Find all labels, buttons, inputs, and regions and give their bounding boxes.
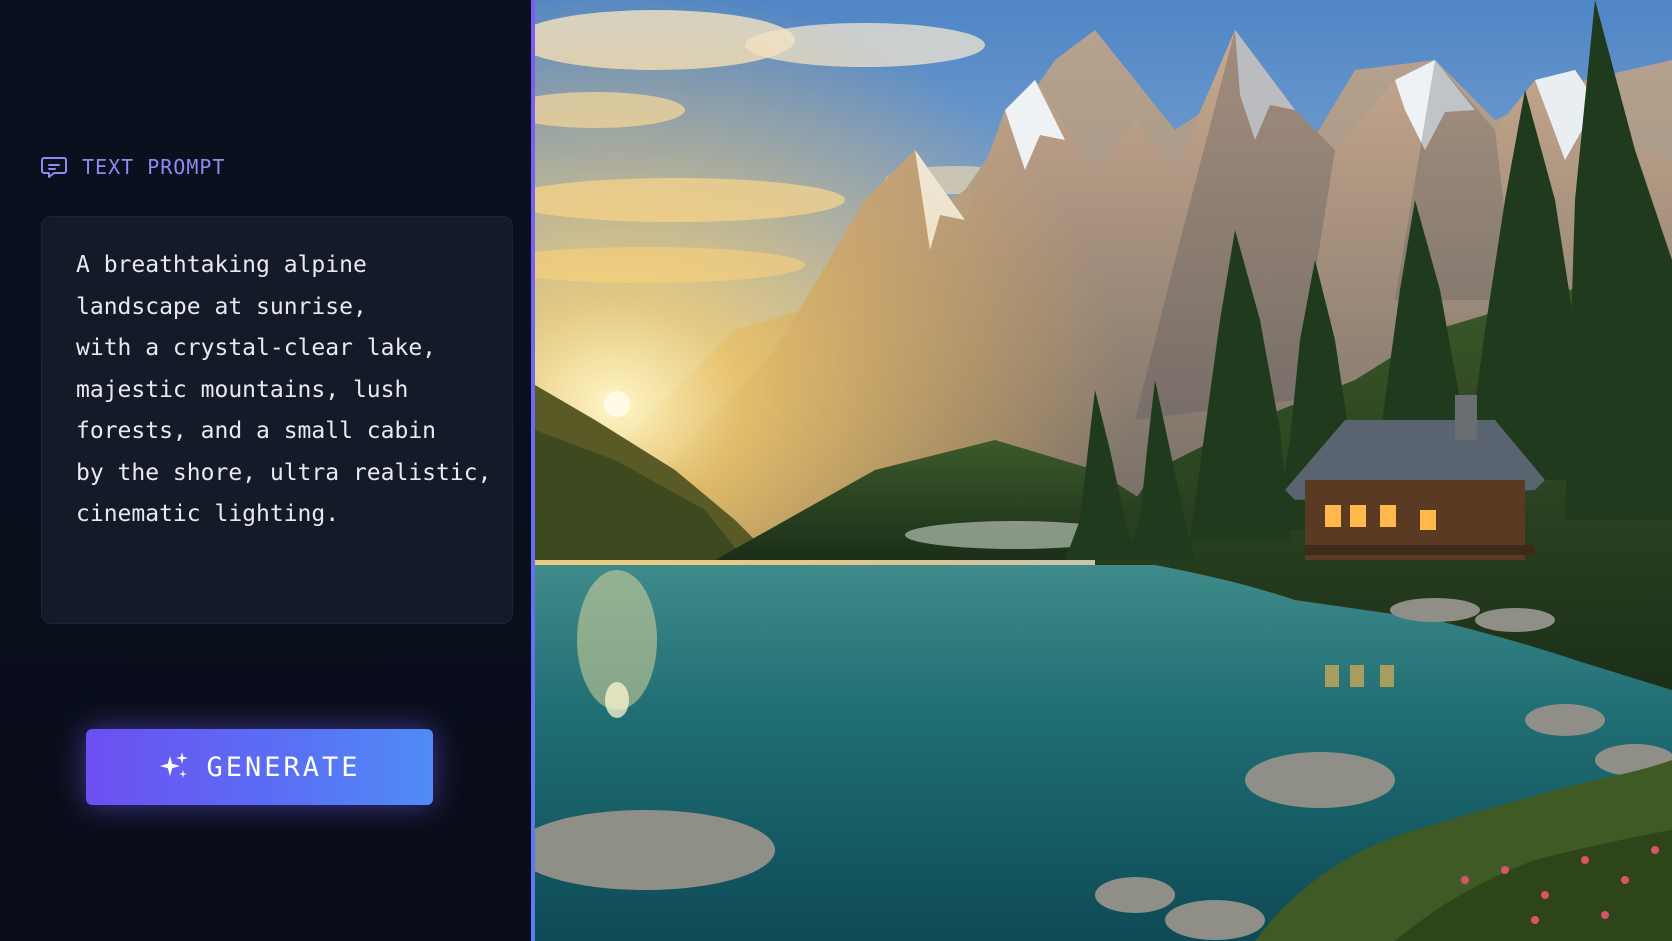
prompt-line: majestic mountains, lush <box>76 376 409 403</box>
prompt-panel: TEXT PROMPT A breathtaking alpine landsc… <box>0 0 531 941</box>
prompt-line: cinematic lighting. <box>76 501 340 527</box>
generate-button[interactable]: GENERATE <box>86 729 433 805</box>
prompt-header-label: TEXT PROMPT <box>82 155 226 179</box>
prompt-header: TEXT PROMPT <box>40 153 225 181</box>
prompt-line: A breathtaking alpine <box>76 252 367 278</box>
prompt-line: by the shore, ultra realistic, <box>76 459 492 486</box>
prompt-line: landscape at sunrise, <box>76 293 367 320</box>
prompt-line: forests, and a small cabin <box>76 418 437 444</box>
sparkles-icon <box>158 750 190 785</box>
generated-image <box>535 0 1672 941</box>
chat-bubble-icon <box>40 153 68 181</box>
generate-label: GENERATE <box>206 751 361 783</box>
prompt-textarea[interactable]: A breathtaking alpine landscape at sunri… <box>41 216 513 624</box>
prompt-line: with a crystal-clear lake, <box>76 335 437 361</box>
